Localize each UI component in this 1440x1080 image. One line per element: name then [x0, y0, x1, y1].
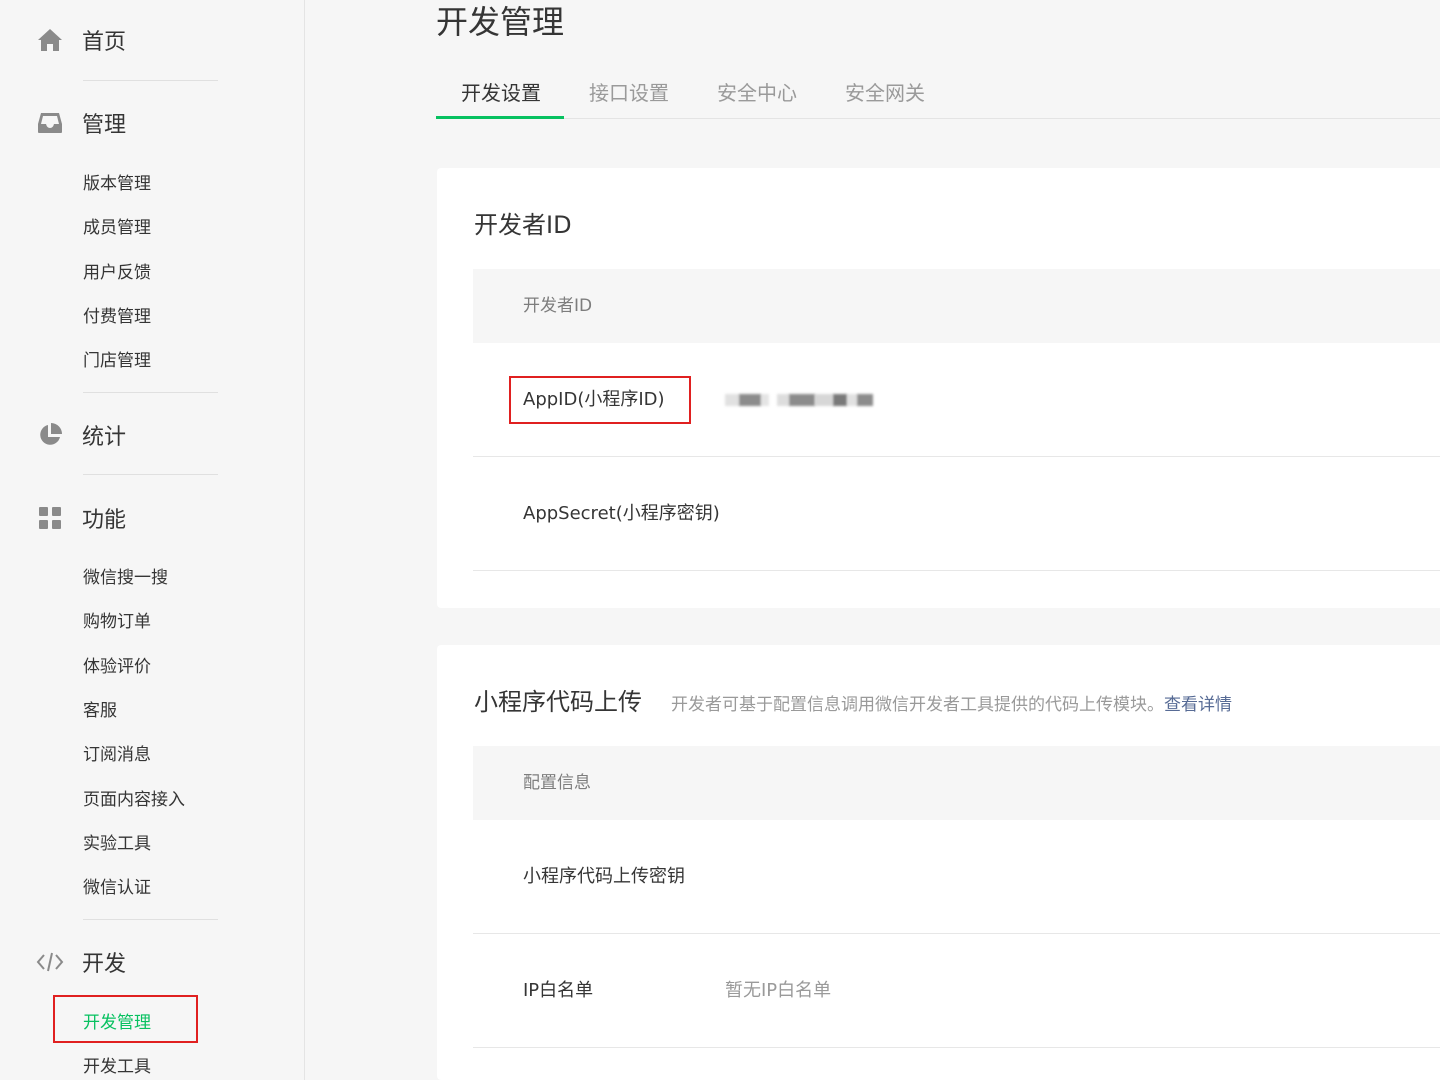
sidebar-item-subscribe[interactable]: 订阅消息	[83, 743, 151, 767]
tab-api-settings[interactable]: 接口设置	[589, 78, 669, 108]
nav-develop[interactable]: 开发	[36, 942, 126, 982]
description-text: 开发者可基于配置信息调用微信开发者工具提供的代码上传模块。	[671, 695, 1164, 715]
appsecret-label: AppSecret(小程序密钥)	[523, 503, 720, 524]
sidebar: 首页 管理 版本管理 成员管理 用户反馈 付费管理 门店管理 统计 功能 微信搜…	[0, 0, 305, 1080]
card-title: 小程序代码上传	[474, 688, 642, 716]
appid-label: AppID(小程序ID)	[523, 389, 665, 410]
divider	[83, 80, 218, 81]
sidebar-item-payment[interactable]: 付费管理	[83, 305, 151, 329]
upload-key-label: 小程序代码上传密钥	[523, 866, 685, 887]
nav-develop-label: 开发	[82, 952, 127, 977]
table-header-label: 开发者ID	[523, 296, 593, 316]
nav-features-label: 功能	[82, 508, 127, 533]
card-description: 开发者可基于配置信息调用微信开发者工具提供的代码上传模块。查看详情	[671, 693, 1232, 717]
sidebar-item-search[interactable]: 微信搜一搜	[83, 566, 168, 590]
tab-bar: 开发设置 接口设置 安全中心 安全网关	[436, 70, 1440, 119]
table-header-label: 配置信息	[523, 773, 591, 793]
nav-stats[interactable]: 统计	[36, 415, 126, 455]
tab-security-center[interactable]: 安全中心	[717, 78, 797, 108]
sidebar-item-experiments[interactable]: 实验工具	[83, 832, 151, 856]
sidebar-item-stores[interactable]: 门店管理	[83, 349, 151, 373]
ip-whitelist-label: IP白名单	[523, 980, 594, 1001]
nav-home-label: 首页	[82, 30, 127, 55]
code-icon	[36, 948, 64, 976]
sidebar-item-verification[interactable]: 微信认证	[83, 876, 151, 900]
grid-icon	[36, 504, 64, 532]
divider	[83, 474, 218, 475]
nav-manage-label: 管理	[82, 113, 127, 138]
sidebar-item-reviews[interactable]: 体验评价	[83, 655, 151, 679]
table-header: 开发者ID	[473, 269, 1440, 343]
sidebar-item-feedback[interactable]: 用户反馈	[83, 261, 151, 285]
divider	[83, 919, 218, 920]
developer-id-card: 开发者ID 开发者ID AppID(小程序ID) AppSecret(小程序密钥…	[437, 168, 1440, 608]
nav-stats-label: 统计	[82, 425, 127, 450]
nav-manage[interactable]: 管理	[36, 103, 126, 143]
card-title: 开发者ID	[474, 211, 572, 239]
code-upload-card: 小程序代码上传 开发者可基于配置信息调用微信开发者工具提供的代码上传模块。查看详…	[437, 645, 1440, 1080]
table-row-ip-whitelist: IP白名单 暂无IP白名单	[473, 934, 1440, 1048]
table-header: 配置信息	[473, 746, 1440, 820]
tab-dev-settings[interactable]: 开发设置	[461, 78, 541, 108]
sidebar-item-service[interactable]: 客服	[83, 699, 117, 723]
sidebar-item-orders[interactable]: 购物订单	[83, 610, 151, 634]
home-icon	[36, 26, 64, 54]
sidebar-item-dev-tools[interactable]: 开发工具	[83, 1055, 151, 1079]
divider	[83, 392, 218, 393]
active-tab-indicator	[436, 116, 564, 119]
table-row-appsecret: AppSecret(小程序密钥)	[473, 457, 1440, 571]
nav-features[interactable]: 功能	[36, 498, 126, 538]
view-details-link[interactable]: 查看详情	[1164, 695, 1232, 715]
inbox-icon	[36, 109, 64, 137]
sidebar-item-members[interactable]: 成员管理	[83, 216, 151, 240]
nav-home[interactable]: 首页	[36, 20, 126, 60]
page-title: 开发管理	[436, 3, 565, 41]
table-row-appid: AppID(小程序ID)	[473, 343, 1440, 457]
annotation-box	[53, 995, 198, 1043]
ip-whitelist-value: 暂无IP白名单	[725, 980, 832, 1001]
sidebar-item-content[interactable]: 页面内容接入	[83, 788, 185, 812]
appid-value-blurred[interactable]	[725, 390, 911, 410]
pie-chart-icon	[36, 421, 64, 449]
sidebar-item-version[interactable]: 版本管理	[83, 172, 151, 196]
tab-security-gateway[interactable]: 安全网关	[845, 78, 925, 108]
table-row-upload-key: 小程序代码上传密钥	[473, 820, 1440, 934]
